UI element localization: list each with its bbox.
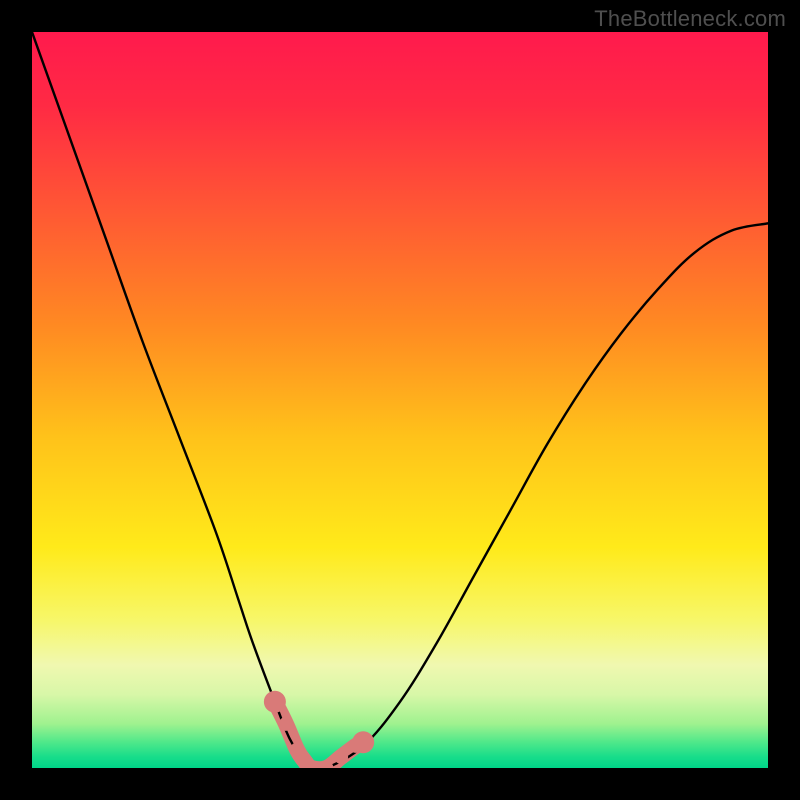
chart-frame: TheBottleneck.com <box>0 0 800 800</box>
optimal-marker <box>264 691 286 713</box>
bottleneck-curve <box>32 32 768 768</box>
plot-area <box>32 32 768 768</box>
watermark-text: TheBottleneck.com <box>594 6 786 32</box>
optimal-marker <box>334 750 348 764</box>
curve-layer <box>32 32 768 768</box>
optimal-marker <box>352 731 374 753</box>
optimal-marker <box>279 717 293 731</box>
